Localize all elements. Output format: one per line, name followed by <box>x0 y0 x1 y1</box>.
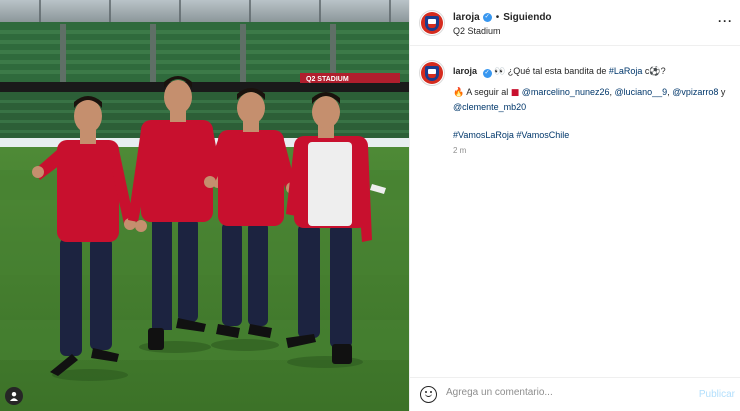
caption-text: y <box>718 87 726 97</box>
chile-flag-emoji-icon: ■ <box>510 88 520 98</box>
verified-badge-icon: ✓ <box>482 69 492 78</box>
publish-button[interactable]: Publicar <box>699 389 735 400</box>
post-panel: laroja ✓ • Siguiendo Q2 Stadium ··· laro… <box>409 0 740 411</box>
emoji-smile-icon[interactable] <box>420 386 437 403</box>
mention-link[interactable]: @marcelino_nunez26 <box>522 87 610 97</box>
comment-input[interactable] <box>446 387 686 398</box>
comment-bar: Publicar <box>410 377 740 411</box>
verified-badge-icon: ✓ <box>482 13 492 22</box>
username-link[interactable]: laroja <box>453 12 480 23</box>
caption-username[interactable]: laroja <box>453 66 477 76</box>
caption-text: ? <box>660 66 666 76</box>
stadium-banner: Q2 STADIUM <box>306 76 349 83</box>
post-caption: laroja ✓ 👀 ¿Qué tal esta bandita de #LaR… <box>453 64 735 142</box>
hashtag-link[interactable]: #VamosLaRoja <box>453 130 514 140</box>
hashtag-link[interactable]: #VamosChile <box>516 130 569 140</box>
caption-hashtags: #VamosLaRoja #VamosChile <box>453 128 735 142</box>
hashtag-link[interactable]: #LaRoja <box>609 66 643 76</box>
caption-line-2: 🔥 A seguir al ■ @marcelino_nunez26, @luc… <box>453 85 735 114</box>
mention-link[interactable]: @vpizarro8 <box>672 87 718 97</box>
caption-line-1: laroja ✓ 👀 ¿Qué tal esta bandita de #LaR… <box>453 64 735 79</box>
header-line: laroja ✓ • Siguiendo <box>453 12 552 23</box>
more-options-icon[interactable]: ··· <box>718 15 733 27</box>
mention-link[interactable]: @clemente_mb20 <box>453 102 526 112</box>
location-link[interactable]: Q2 Stadium <box>453 26 501 36</box>
fire-emoji-icon: 🔥 <box>453 88 465 98</box>
post-timestamp[interactable]: 2 m <box>453 146 466 155</box>
federation-logo-icon <box>421 12 443 34</box>
caption-text: ¿Qué tal esta bandita de <box>505 66 609 76</box>
following-button[interactable]: Siguiendo <box>503 12 551 23</box>
mention-link[interactable]: @luciano__9 <box>615 87 668 97</box>
soccer-ball-emoji-icon: ⚽ <box>649 67 661 77</box>
eyes-emoji-icon: 👀 <box>494 67 506 77</box>
user-tag-icon[interactable] <box>5 387 23 405</box>
avatar[interactable] <box>419 10 445 36</box>
avatar[interactable] <box>419 60 445 86</box>
separator-dot: • <box>495 12 500 23</box>
caption-text: A seguir al <box>464 87 511 97</box>
post-photo[interactable]: Q2 STADIUM <box>0 0 409 411</box>
federation-logo-icon <box>421 62 443 84</box>
post-header: laroja ✓ • Siguiendo Q2 Stadium ··· <box>410 0 740 46</box>
stadium-scene: Q2 STADIUM <box>0 0 409 411</box>
